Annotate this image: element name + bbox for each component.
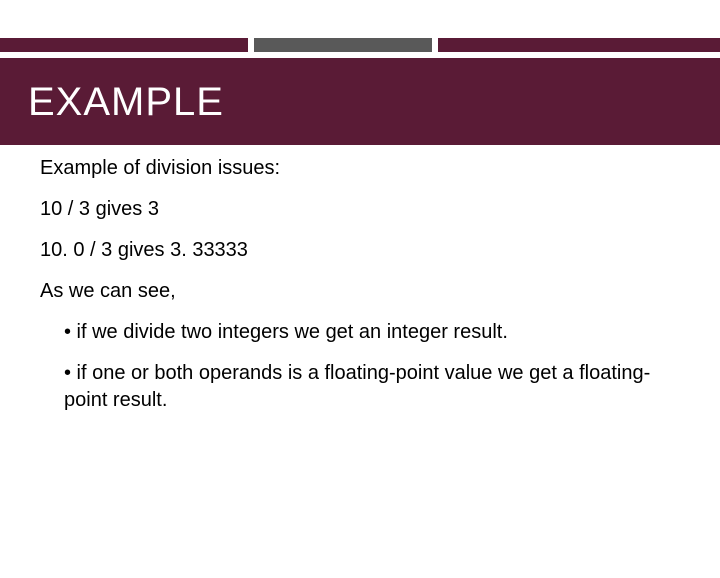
title-block: EXAMPLE — [0, 58, 720, 145]
bullet-2: • if one or both operands is a floating-… — [64, 360, 680, 414]
accent-bar-mid — [254, 38, 432, 52]
lead-text: As we can see, — [40, 278, 680, 305]
accent-bar-left — [0, 38, 248, 52]
example-1: 10 / 3 gives 3 — [40, 196, 680, 223]
accent-bars — [0, 38, 720, 52]
accent-bar-right — [438, 38, 720, 52]
slide-title: EXAMPLE — [28, 80, 692, 125]
bullet-1: • if we divide two integers we get an in… — [64, 319, 680, 346]
slide-content: Example of division issues: 10 / 3 gives… — [0, 145, 720, 414]
bullet-list: • if we divide two integers we get an in… — [40, 319, 680, 414]
intro-text: Example of division issues: — [40, 155, 680, 182]
example-2: 10. 0 / 3 gives 3. 33333 — [40, 237, 680, 264]
